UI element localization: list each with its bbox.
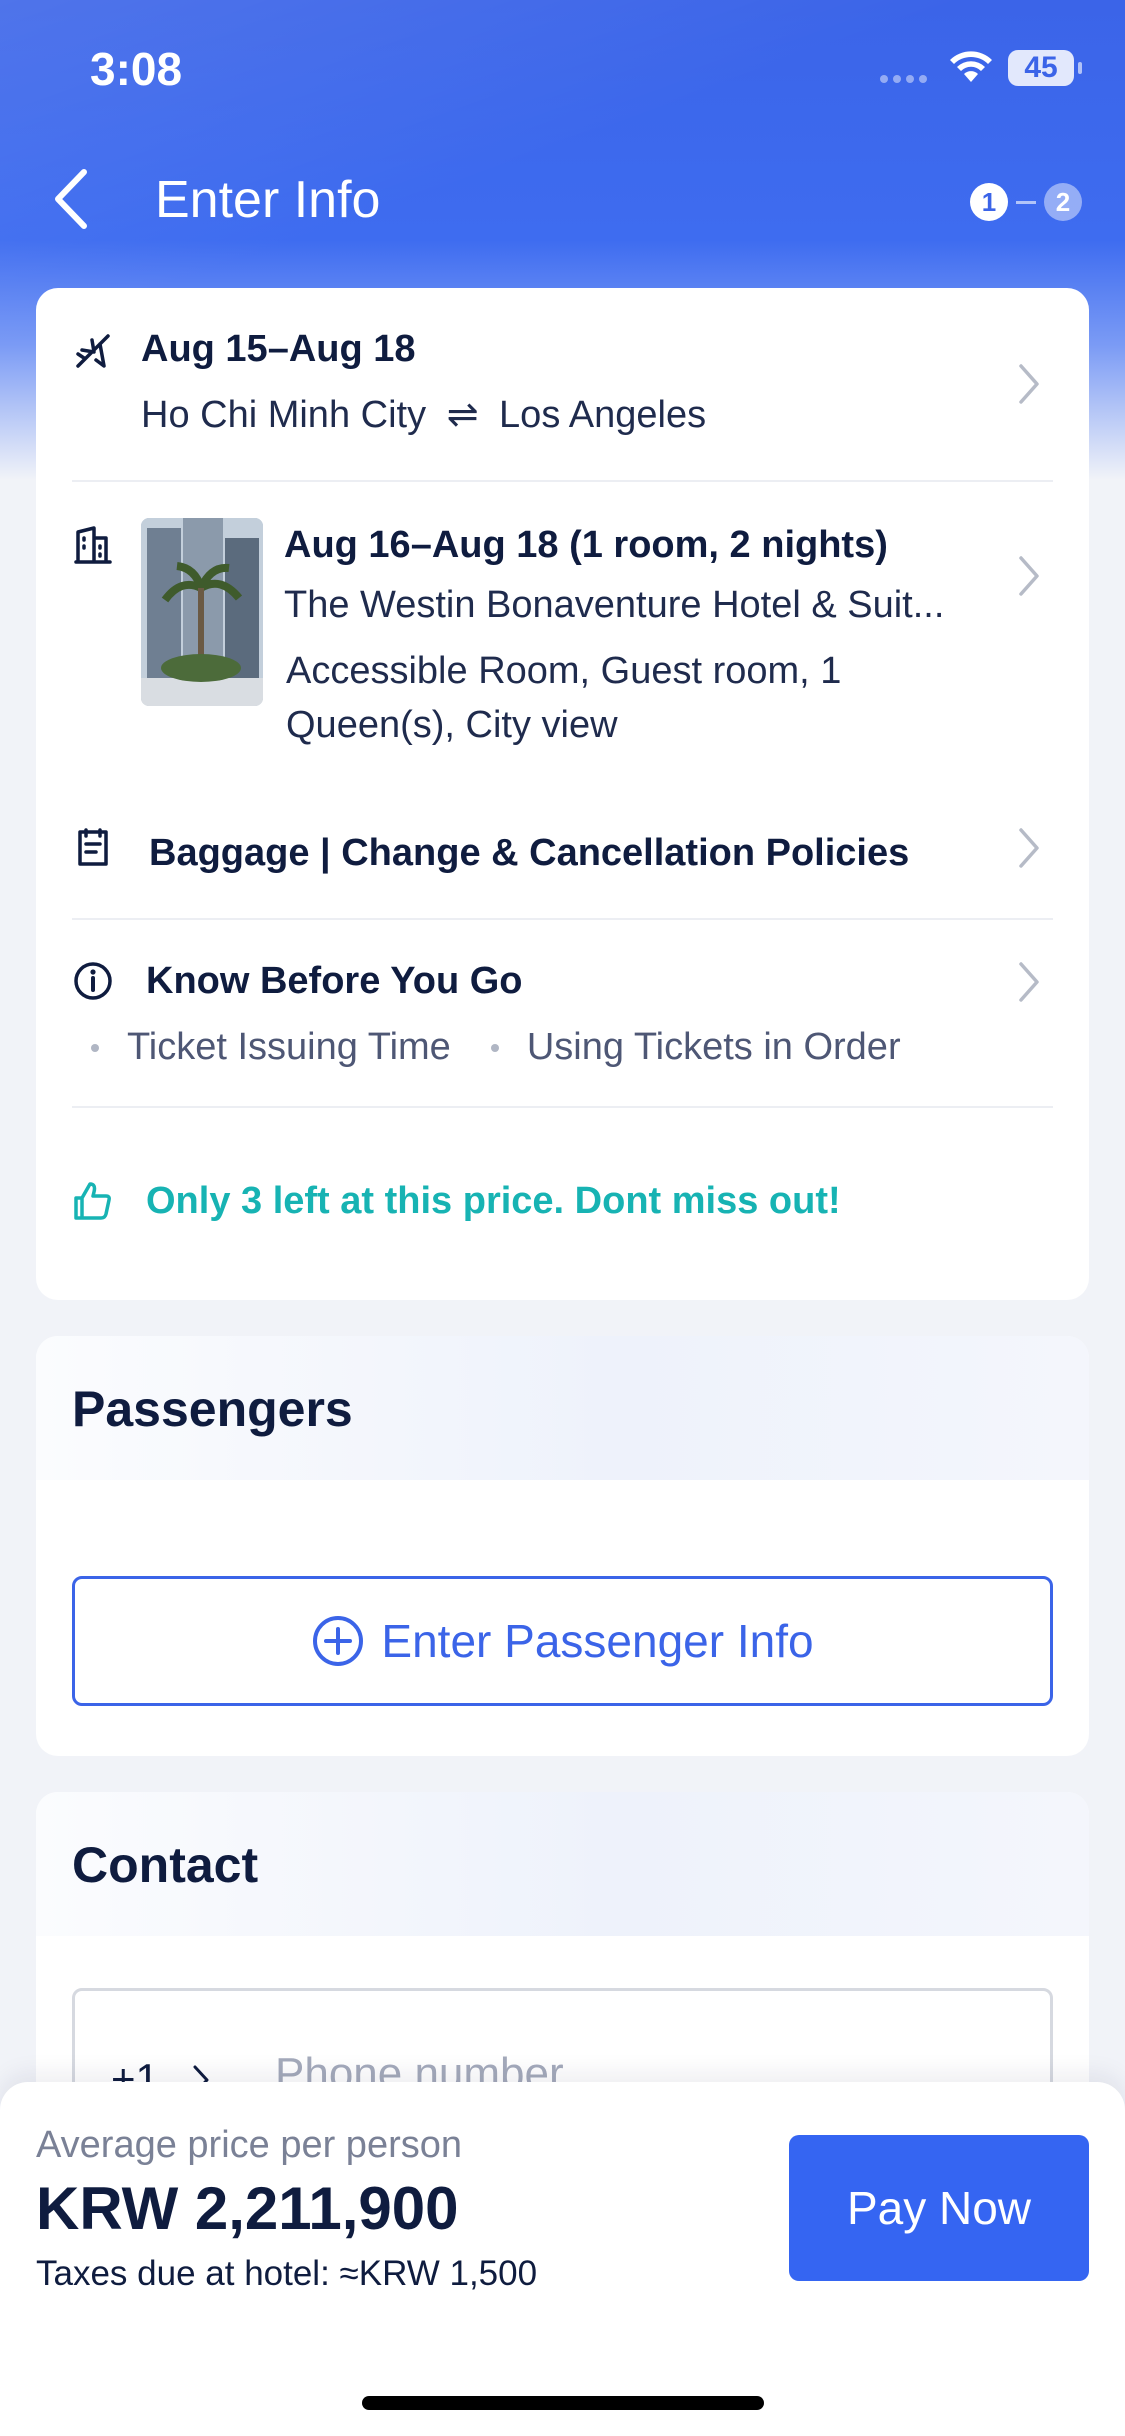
total-price: KRW 2,211,900 <box>36 2175 459 2242</box>
chevron-right-icon <box>1019 364 1039 404</box>
flight-destination: Los Angeles <box>499 394 707 436</box>
pay-now-button[interactable]: Pay Now <box>789 2135 1089 2281</box>
page-title: Enter Info <box>155 171 381 229</box>
divider <box>72 1106 1053 1108</box>
step-1-badge: 1 <box>970 183 1008 221</box>
list-item: Ticket Issuing Time <box>91 1026 451 1069</box>
step-connector <box>1016 200 1036 204</box>
know-before-list: Ticket Issuing Time Using Tickets in Ord… <box>91 1026 941 1069</box>
status-time: 3:08 <box>90 43 183 95</box>
taxes-note: Taxes due at hotel: ≈KRW 1,500 <box>36 2254 538 2293</box>
home-indicator <box>362 2396 764 2410</box>
step-2-badge: 2 <box>1044 183 1082 221</box>
know-before-title: Know Before You Go <box>146 960 523 1002</box>
step-indicator: 1 2 <box>970 182 1082 222</box>
policies-row[interactable]: Baggage | Change & Cancellation Policies <box>36 788 1089 908</box>
wifi-icon <box>950 51 992 82</box>
nav-bar: Enter Info 1 2 <box>0 150 1125 250</box>
hotel-name: The Westin Bonaventure Hotel & Suit... <box>284 584 945 626</box>
enter-passenger-info-button[interactable]: Enter Passenger Info <box>72 1576 1053 1706</box>
document-icon <box>78 828 108 866</box>
flight-dates: Aug 15–Aug 18 <box>141 328 416 370</box>
battery-icon: 45 <box>1008 50 1082 86</box>
checkout-bar: Average price per person KRW 2,211,900 T… <box>0 2082 1125 2436</box>
hotel-room-details: Accessible Room, Guest room, 1 Queen(s),… <box>286 650 842 746</box>
airplane-icon <box>76 334 110 368</box>
hotel-dates: Aug 16–Aug 18 (1 room, 2 nights) <box>284 524 888 566</box>
chevron-right-icon <box>1019 828 1039 868</box>
passengers-title: Passengers <box>72 1381 353 1437</box>
flight-origin: Ho Chi Minh City <box>141 394 427 436</box>
passengers-card: Passengers Enter Passenger Info <box>36 1336 1089 1756</box>
back-arrow-icon[interactable] <box>44 164 104 234</box>
building-icon <box>74 526 112 564</box>
contact-title: Contact <box>72 1837 259 1893</box>
policies-label: Baggage | Change & Cancellation Policies <box>149 832 910 874</box>
status-bar: 3:08 45 <box>0 0 1125 130</box>
flight-route: Ho Chi Minh City ⇌ Los Angeles <box>141 392 706 437</box>
chevron-right-icon <box>1019 962 1039 1002</box>
know-before-row[interactable] <box>36 920 1089 1106</box>
thumbs-up-icon <box>74 1182 111 1220</box>
add-circle-icon <box>313 1616 364 1666</box>
average-price-label: Average price per person <box>36 2124 462 2166</box>
flight-row[interactable]: Aug 15–Aug 18 Ho Chi Minh City ⇌ Los Ang… <box>36 288 1089 480</box>
chevron-right-icon <box>1019 556 1039 596</box>
scarcity-message: Only 3 left at this price. Dont miss out… <box>146 1180 841 1222</box>
info-icon <box>74 962 112 1000</box>
cellular-signal-icon <box>880 70 936 83</box>
list-item: Using Tickets in Order <box>490 1026 901 1069</box>
hotel-photo <box>141 518 263 706</box>
trip-summary-card: Aug 15–Aug 18 Ho Chi Minh City ⇌ Los Ang… <box>36 288 1089 1300</box>
enter-passenger-info-label: Enter Passenger Info <box>381 1615 814 1667</box>
round-trip-icon: ⇌ <box>446 394 479 436</box>
